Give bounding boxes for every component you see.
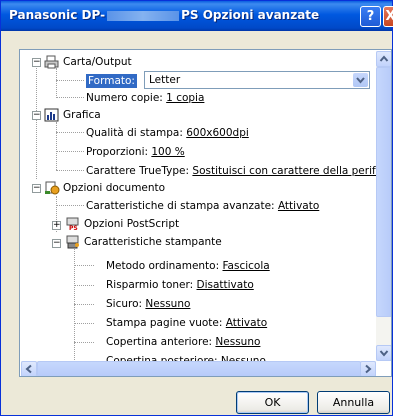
chevron-right-icon [365,364,372,374]
redacted-model [107,10,180,21]
ok-button[interactable]: OK [236,391,309,414]
format-label[interactable]: Formato: [86,74,137,88]
title-prefix: Panasonic DP- [9,8,106,22]
printer-icon [44,55,59,69]
truetype-row[interactable]: Carattere TrueType: Sostituisci con cara… [86,163,391,179]
tree-line [56,205,84,206]
feature-value[interactable]: Fascicola [222,260,269,272]
quality-label: Qualità di stampa: [86,127,183,139]
printer-features-icon [66,235,79,249]
tree-line [56,132,84,133]
scroll-left-button[interactable] [21,361,37,376]
collapse-toggle[interactable]: − [32,111,41,120]
tree-line [56,122,57,170]
tree-line [56,68,57,98]
format-dropdown[interactable]: Letter [144,71,370,89]
scaling-value[interactable]: 100 % [151,146,184,158]
tree-line [74,304,94,305]
copies-value[interactable]: 1 copia [166,92,204,104]
scroll-down-button[interactable] [376,345,391,361]
horizontal-scrollbar[interactable] [21,361,376,376]
feature-value[interactable]: Nessuno [145,298,190,310]
node-document-options[interactable]: Opzioni documento [63,180,165,196]
tree-line [74,323,94,324]
tree-line [36,64,37,179]
feature-label: Metodo ordinamento: [106,260,220,272]
node-paper-output[interactable]: Carta/Output [63,54,132,70]
node-graphics[interactable]: Grafica [63,107,101,123]
copies-row[interactable]: Numero copie: 1 copia [86,90,204,106]
document-options-icon [45,181,60,195]
tree-line [56,151,84,152]
title-bar[interactable]: Panasonic DP- PS Opzioni avanzate ? X [1,1,393,31]
copies-label: Numero copie: [86,92,163,104]
collapse-toggle[interactable]: − [52,239,61,248]
advanced-features-label: Caratteristiche di stampa avanzate: [86,200,275,212]
scaling-label: Proporzioni: [86,146,149,158]
help-button[interactable]: ? [360,6,381,27]
node-postscript-options[interactable]: Opzioni PostScript [84,216,179,232]
feature-row[interactable]: Metodo ordinamento: Fascicola [106,258,270,274]
chevron-down-icon [356,77,365,84]
feature-value[interactable]: Nessuno [215,336,260,348]
tree-line [74,342,94,343]
vertical-scroll-thumb[interactable] [376,67,391,317]
horizontal-scroll-thumb[interactable] [37,361,361,376]
advanced-features-row[interactable]: Caratteristiche di stampa avanzate: Atti… [86,198,319,214]
collapse-toggle[interactable]: − [32,58,41,67]
scaling-row[interactable]: Proporzioni: 100 % [86,144,185,160]
tree-line [74,244,75,376]
feature-value[interactable]: Disattivato [197,279,254,291]
cancel-button[interactable]: Annulla [317,391,390,414]
node-printer-features[interactable]: Caratteristiche stampante [84,234,222,250]
tree-line [56,80,84,81]
dialog-window: Panasonic DP- PS Opzioni avanzate ? X − C… [0,0,393,416]
window-title: Panasonic DP- PS Opzioni avanzate [9,8,319,22]
postscript-icon: PS [66,217,79,231]
chevron-down-icon [379,350,389,357]
close-button[interactable]: X [383,6,393,27]
scroll-up-button[interactable] [376,51,391,67]
options-tree[interactable]: − Carta/Output Formato: Letter Numero co… [19,49,392,377]
feature-label: Stampa pagine vuote: [106,317,223,329]
truetype-label: Carattere TrueType: [86,165,190,177]
expand-toggle[interactable]: + [52,221,61,230]
chart-icon [44,108,59,122]
feature-label: Risparmio toner: [106,279,194,291]
truetype-value[interactable]: Sostituisci con carattere della periferi… [192,165,391,177]
close-icon: X [385,9,393,24]
chevron-up-icon [379,55,389,62]
advanced-features-value[interactable]: Attivato [278,200,319,212]
tree-line [74,265,94,266]
quality-row[interactable]: Qualità di stampa: 600x600dpi [86,125,249,141]
tree-line [56,97,84,98]
svg-text:PS: PS [69,225,78,231]
vertical-scrollbar[interactable] [376,51,391,361]
feature-row[interactable]: Copertina anteriore: Nessuno [106,334,260,350]
feature-row[interactable]: Stampa pagine vuote: Attivato [106,315,267,331]
tree-line [56,170,84,171]
feature-label: Copertina anteriore: [106,336,213,348]
chevron-left-icon [25,364,32,374]
feature-row[interactable]: Sicuro: Nessuno [106,296,190,312]
quality-value[interactable]: 600x600dpi [186,127,249,139]
tree-line [74,285,94,286]
dropdown-button[interactable] [353,73,368,87]
feature-row[interactable]: Risparmio toner: Disattivato [106,277,254,293]
feature-value[interactable]: Attivato [226,317,267,329]
collapse-toggle[interactable]: − [32,184,41,193]
scroll-right-button[interactable] [360,361,376,376]
feature-label: Sicuro: [106,298,143,310]
help-icon: ? [366,9,375,24]
title-suffix: PS Opzioni avanzate [181,8,320,22]
format-value: Letter [149,74,181,86]
